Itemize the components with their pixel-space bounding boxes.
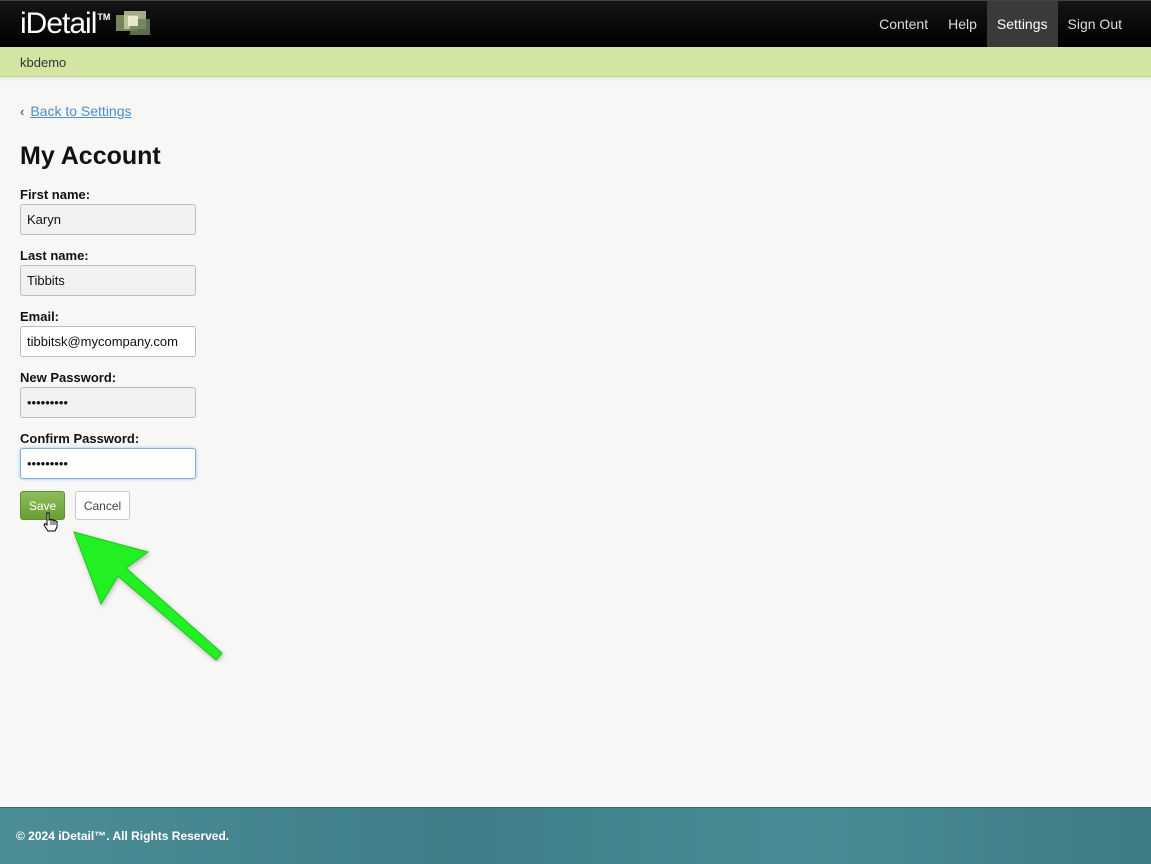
top-navigation-bar: iDetail TM Content Help Settings Sign Ou… — [0, 0, 1151, 47]
copyright-text: © 2024 iDetail™. All Rights Reserved. — [16, 829, 230, 843]
organization-name: kbdemo — [20, 55, 67, 70]
last-name-field[interactable] — [20, 265, 196, 296]
email-field[interactable] — [20, 326, 196, 357]
last-name-label: Last name: — [20, 248, 89, 263]
logo-mark-icon — [116, 11, 152, 39]
logo-text: iDetail — [20, 7, 97, 40]
confirm-password-field[interactable] — [20, 448, 196, 479]
nav-sign-out[interactable]: Sign Out — [1058, 1, 1132, 47]
confirm-password-label: Confirm Password: — [20, 431, 140, 446]
main-nav: Content Help Settings Sign Out — [869, 1, 1132, 47]
first-name-label: First name: — [20, 187, 91, 202]
nav-content[interactable]: Content — [869, 1, 938, 47]
nav-settings[interactable]: Settings — [986, 1, 1058, 47]
hand-cursor-icon — [43, 512, 58, 532]
annotation-arrow-icon — [73, 531, 223, 661]
chevron-left-icon: ‹ — [20, 103, 25, 119]
back-to-settings: ‹ Back to Settings — [20, 103, 132, 119]
page-title: My Account — [20, 142, 161, 170]
cancel-button[interactable]: Cancel — [75, 491, 130, 520]
logo-trademark: TM — [97, 12, 111, 22]
nav-help[interactable]: Help — [938, 1, 987, 47]
new-password-field[interactable] — [20, 387, 196, 418]
first-name-field[interactable] — [20, 204, 196, 235]
new-password-label: New Password: — [20, 370, 117, 385]
idetail-logo[interactable]: iDetail TM — [20, 7, 152, 43]
back-to-settings-link[interactable]: Back to Settings — [30, 103, 131, 119]
account-subbar: kbdemo — [0, 47, 1151, 77]
footer: © 2024 iDetail™. All Rights Reserved. — [0, 807, 1151, 864]
email-label: Email: — [20, 309, 60, 324]
